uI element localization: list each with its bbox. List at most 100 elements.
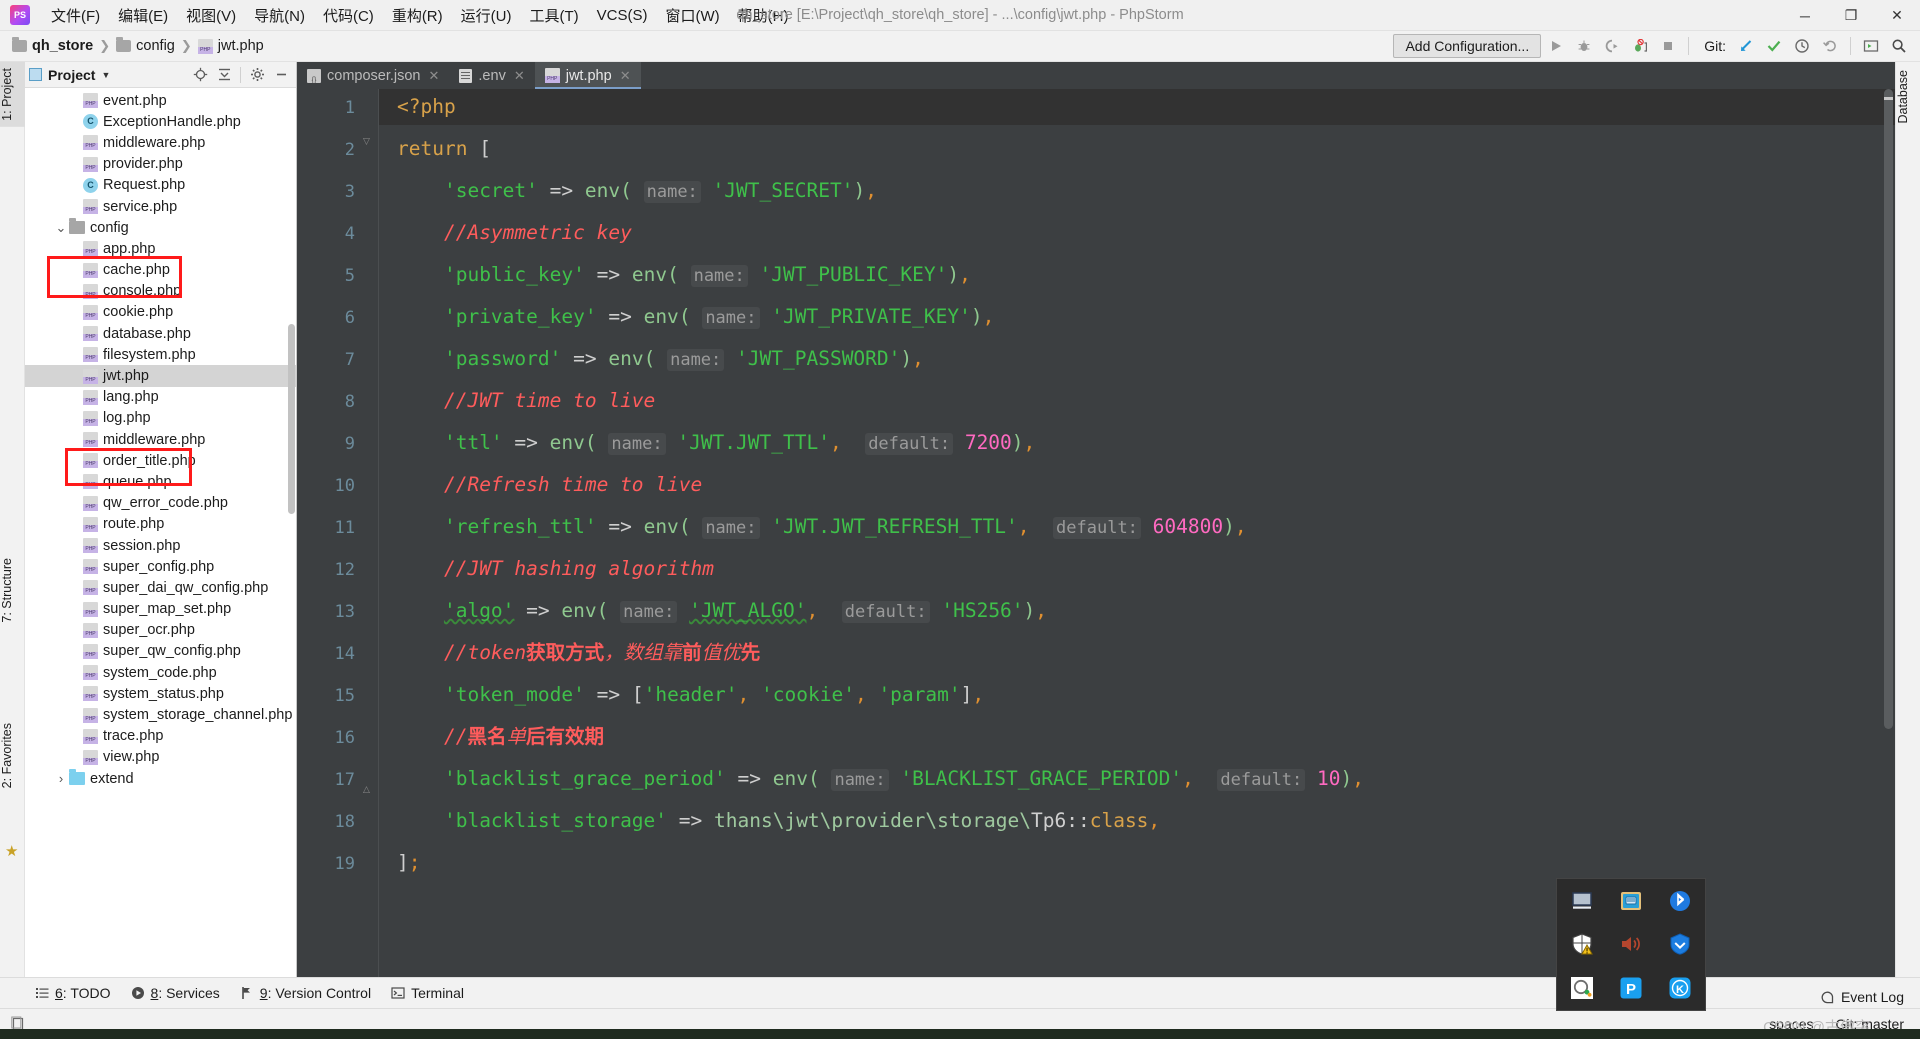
- close-button[interactable]: ✕: [1874, 0, 1920, 31]
- tree-item-super-config-php[interactable]: super_config.php: [25, 556, 296, 577]
- tree-item-exceptionhandle-php[interactable]: ExceptionHandle.php: [25, 111, 296, 132]
- tree-item-trace-php[interactable]: trace.php: [25, 726, 296, 747]
- code-fold-icon[interactable]: △: [361, 784, 372, 795]
- tree-item-super-ocr-php[interactable]: super_ocr.php: [25, 620, 296, 641]
- menu-item-refactor[interactable]: 重构(R): [383, 2, 452, 29]
- tree-item-extend[interactable]: › extend: [25, 768, 296, 789]
- strip-tab-favorites[interactable]: 2: Favorites: [0, 717, 25, 794]
- menu-item-run[interactable]: 运行(U): [452, 2, 521, 29]
- code-viewport[interactable]: 1 2 3 4 5 6 7 8 9 10 11 12 13 14 15 16 17 18 19 ▽ △ <?php …: [297, 89, 1895, 977]
- line-number-7[interactable]: 7: [297, 350, 355, 370]
- tree-item-request-php[interactable]: Request.php: [25, 175, 296, 196]
- line-number-18[interactable]: 18: [297, 812, 355, 832]
- pinyin-p-icon[interactable]: P: [1619, 976, 1643, 1000]
- profile-icon[interactable]: [1627, 34, 1653, 58]
- run-icon[interactable]: [1543, 34, 1569, 58]
- menu-item-help[interactable]: 帮助(H): [729, 2, 798, 29]
- tree-item-event-php[interactable]: event.php: [25, 90, 296, 111]
- minimize-button[interactable]: ─: [1782, 0, 1828, 31]
- project-tree[interactable]: event.php ExceptionHandle.php middleware…: [25, 88, 296, 977]
- locate-icon[interactable]: [189, 64, 211, 86]
- editor-tab-jwt-php[interactable]: jwt.php ✕: [534, 62, 641, 89]
- line-number-13[interactable]: 13: [297, 602, 355, 622]
- tree-item-order-title-php[interactable]: order_title.php: [25, 450, 296, 471]
- editor-scrollbar[interactable]: [1884, 89, 1893, 729]
- network-icon[interactable]: [1619, 889, 1643, 913]
- menu-item-tools[interactable]: 工具(T): [520, 2, 587, 29]
- tree-item-super-dai-qw-config-php[interactable]: super_dai_qw_config.php: [25, 577, 296, 598]
- event-log-button[interactable]: Event Log: [1820, 989, 1904, 1005]
- display-icon[interactable]: [1570, 889, 1594, 913]
- line-number-6[interactable]: 6: [297, 308, 355, 328]
- bottom-tab-todo[interactable]: 6: TODO: [25, 985, 121, 1001]
- collapse-all-icon[interactable]: [213, 64, 235, 86]
- tree-item-super-qw-config-php[interactable]: super_qw_config.php: [25, 641, 296, 662]
- line-number-19[interactable]: 19: [297, 854, 355, 874]
- menu-item-vcs[interactable]: VCS(S): [588, 4, 657, 27]
- git-rollback-icon[interactable]: [1817, 34, 1843, 58]
- tree-item-database-php[interactable]: database.php: [25, 323, 296, 344]
- line-number-8[interactable]: 8: [297, 392, 355, 412]
- close-icon[interactable]: ✕: [514, 68, 525, 84]
- tree-item-queue-php[interactable]: queue.php: [25, 471, 296, 492]
- line-number-16[interactable]: 16: [297, 728, 355, 748]
- tree-item-session-php[interactable]: session.php: [25, 535, 296, 556]
- breadcrumb-item-config[interactable]: config ❯: [116, 37, 198, 54]
- line-number-4[interactable]: 4: [297, 224, 355, 244]
- menu-item-file[interactable]: 文件(F): [42, 2, 109, 29]
- tencent-shield-icon[interactable]: [1668, 932, 1692, 956]
- menu-item-navigate[interactable]: 导航(N): [245, 2, 314, 29]
- close-icon[interactable]: ✕: [620, 68, 631, 84]
- volume-icon[interactable]: [1619, 932, 1643, 956]
- git-update-icon[interactable]: [1733, 34, 1759, 58]
- kingsoft-k-icon[interactable]: K: [1668, 976, 1692, 1000]
- menu-item-code[interactable]: 代码(C): [314, 2, 383, 29]
- code-content[interactable]: <?php return [ 'secret' => env( name: 'J…: [379, 89, 1895, 977]
- breadcrumb-item-file[interactable]: jwt.php: [197, 38, 264, 54]
- tree-item-jwt-php[interactable]: jwt.php: [25, 365, 296, 387]
- chevron-down-icon[interactable]: ⌄: [53, 220, 69, 236]
- strip-tab-structure[interactable]: 7: Structure: [0, 552, 25, 629]
- menu-item-edit[interactable]: 编辑(E): [109, 2, 177, 29]
- bottom-tab-version-control[interactable]: 9: Version Control: [230, 985, 381, 1001]
- search-icon[interactable]: [1886, 34, 1912, 58]
- stop-icon[interactable]: [1655, 34, 1681, 58]
- line-number-5[interactable]: 5: [297, 266, 355, 286]
- line-number-3[interactable]: 3: [297, 182, 355, 202]
- line-number-gutter[interactable]: 1 2 3 4 5 6 7 8 9 10 11 12 13 14 15 16 17 18 19: [297, 89, 379, 977]
- chevron-down-icon[interactable]: ▼: [101, 70, 110, 80]
- tree-item-filesystem-php[interactable]: filesystem.php: [25, 344, 296, 365]
- tree-item-cache-php[interactable]: cache.php: [25, 260, 296, 281]
- add-configuration-button[interactable]: Add Configuration...: [1393, 34, 1542, 58]
- tree-item-middleware-php[interactable]: middleware.php: [25, 429, 296, 450]
- code-fold-icon[interactable]: ▽: [361, 136, 372, 147]
- tree-item-view-php[interactable]: view.php: [25, 747, 296, 768]
- strip-tab-database[interactable]: Database: [1896, 64, 1920, 130]
- star-icon[interactable]: ★: [5, 842, 18, 860]
- tree-item-cookie-php[interactable]: cookie.php: [25, 302, 296, 323]
- tree-item-system-storage-channel-php[interactable]: system_storage_channel.php: [25, 704, 296, 725]
- git-history-icon[interactable]: [1789, 34, 1815, 58]
- tree-item-qw-error-code-php[interactable]: qw_error_code.php: [25, 493, 296, 514]
- tree-item-super-map-set-php[interactable]: super_map_set.php: [25, 599, 296, 620]
- tree-item-middleware-php[interactable]: middleware.php: [25, 132, 296, 153]
- breadcrumb-item-project[interactable]: qh_store ❯: [12, 37, 116, 54]
- close-icon[interactable]: ✕: [429, 68, 440, 84]
- line-number-12[interactable]: 12: [297, 560, 355, 580]
- bluetooth-icon[interactable]: [1668, 889, 1692, 913]
- tree-item-provider-php[interactable]: provider.php: [25, 154, 296, 175]
- line-number-1[interactable]: 1: [297, 98, 355, 118]
- line-number-15[interactable]: 15: [297, 686, 355, 706]
- gear-icon[interactable]: [246, 64, 268, 86]
- tree-item-config[interactable]: ⌄ config: [25, 217, 296, 238]
- line-number-10[interactable]: 10: [297, 476, 355, 496]
- line-number-14[interactable]: 14: [297, 644, 355, 664]
- coverage-icon[interactable]: [1599, 34, 1625, 58]
- line-number-17[interactable]: 17: [297, 770, 355, 790]
- git-commit-icon[interactable]: [1761, 34, 1787, 58]
- menu-item-window[interactable]: 窗口(W): [656, 2, 728, 29]
- hide-icon[interactable]: [270, 64, 292, 86]
- terminal-icon[interactable]: [1858, 34, 1884, 58]
- debug-icon[interactable]: [1571, 34, 1597, 58]
- line-number-2[interactable]: 2: [297, 140, 355, 160]
